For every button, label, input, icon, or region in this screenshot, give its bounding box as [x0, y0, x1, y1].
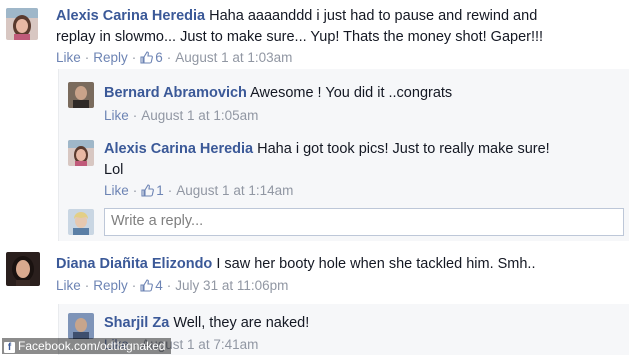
replier-name[interactable]: Alexis Carina Heredia [104, 141, 253, 157]
facebook-f-icon: f [4, 342, 15, 353]
reply-actions: Like · 1 · August 1 at 1:14am [104, 182, 293, 202]
reply-link[interactable]: Reply [93, 50, 128, 65]
reply-body: Haha i got took pics! Just to really mak… [257, 141, 550, 157]
source-watermark: f Facebook.com/odtlagnaked [2, 338, 172, 354]
thumbs-up-icon [140, 51, 154, 69]
comment-actions: Like · Reply · 4 · July 31 at 11:06pm [56, 277, 288, 297]
replier-name[interactable]: Sharjil Za [104, 315, 169, 331]
thumbs-up-icon [141, 184, 155, 202]
comment-text-cont: replay in slowmo... Just to make sure...… [56, 29, 544, 45]
comment-body: Haha aaaanddd i just had to pause and re… [209, 8, 538, 24]
reply-placeholder: Write a reply... [111, 213, 204, 229]
reply-text: Sharjil Za Well, they are naked! [104, 313, 309, 334]
avatar-diana[interactable] [6, 252, 40, 286]
comment-text: Diana Diañita Elizondo I saw her booty h… [56, 254, 536, 275]
comment-text: Alexis Carina Heredia Haha aaaanddd i ju… [56, 6, 537, 27]
thumbs-up-icon [140, 279, 154, 297]
comment-timestamp[interactable]: July 31 at 11:06pm [175, 278, 288, 293]
like-link[interactable]: Like [104, 183, 129, 198]
reply-text: Bernard Abramovich Awesome ! You did it … [104, 83, 452, 104]
avatar-alexis[interactable] [6, 8, 38, 40]
like-link[interactable]: Like [56, 50, 81, 65]
avatar-alexis-reply[interactable] [68, 140, 94, 166]
reply-timestamp[interactable]: August 1 at 1:14am [176, 183, 293, 198]
commenter-name[interactable]: Diana Diañita Elizondo [56, 256, 212, 272]
reply-timestamp[interactable]: August 1 at 1:05am [141, 108, 258, 123]
like-count[interactable]: 6 [140, 50, 163, 65]
avatar-current-user [68, 209, 94, 235]
reply-input[interactable]: Write a reply... [104, 208, 624, 236]
like-count[interactable]: 1 [141, 183, 164, 198]
reply-link[interactable]: Reply [93, 278, 128, 293]
reply-actions: Like · August 1 at 1:05am [104, 108, 259, 123]
like-link[interactable]: Like [104, 108, 129, 123]
avatar-sharjil[interactable] [68, 313, 94, 339]
comment-body: I saw her booty hole when she tackled hi… [216, 256, 536, 272]
reply-text-cont: Lol [104, 162, 124, 178]
reply-text: Alexis Carina Heredia Haha i got took pi… [104, 139, 550, 160]
commenter-name[interactable]: Alexis Carina Heredia [56, 8, 205, 24]
comment-actions: Like · Reply · 6 · August 1 at 1:03am [56, 49, 292, 69]
comment-timestamp[interactable]: August 1 at 1:03am [175, 50, 292, 65]
avatar-bernard[interactable] [68, 82, 94, 108]
like-link[interactable]: Like [56, 278, 81, 293]
reply-body: Awesome ! You did it ..congrats [250, 85, 453, 101]
replier-name[interactable]: Bernard Abramovich [104, 85, 247, 101]
reply-body: Well, they are naked! [173, 315, 310, 331]
like-count[interactable]: 4 [140, 278, 163, 293]
